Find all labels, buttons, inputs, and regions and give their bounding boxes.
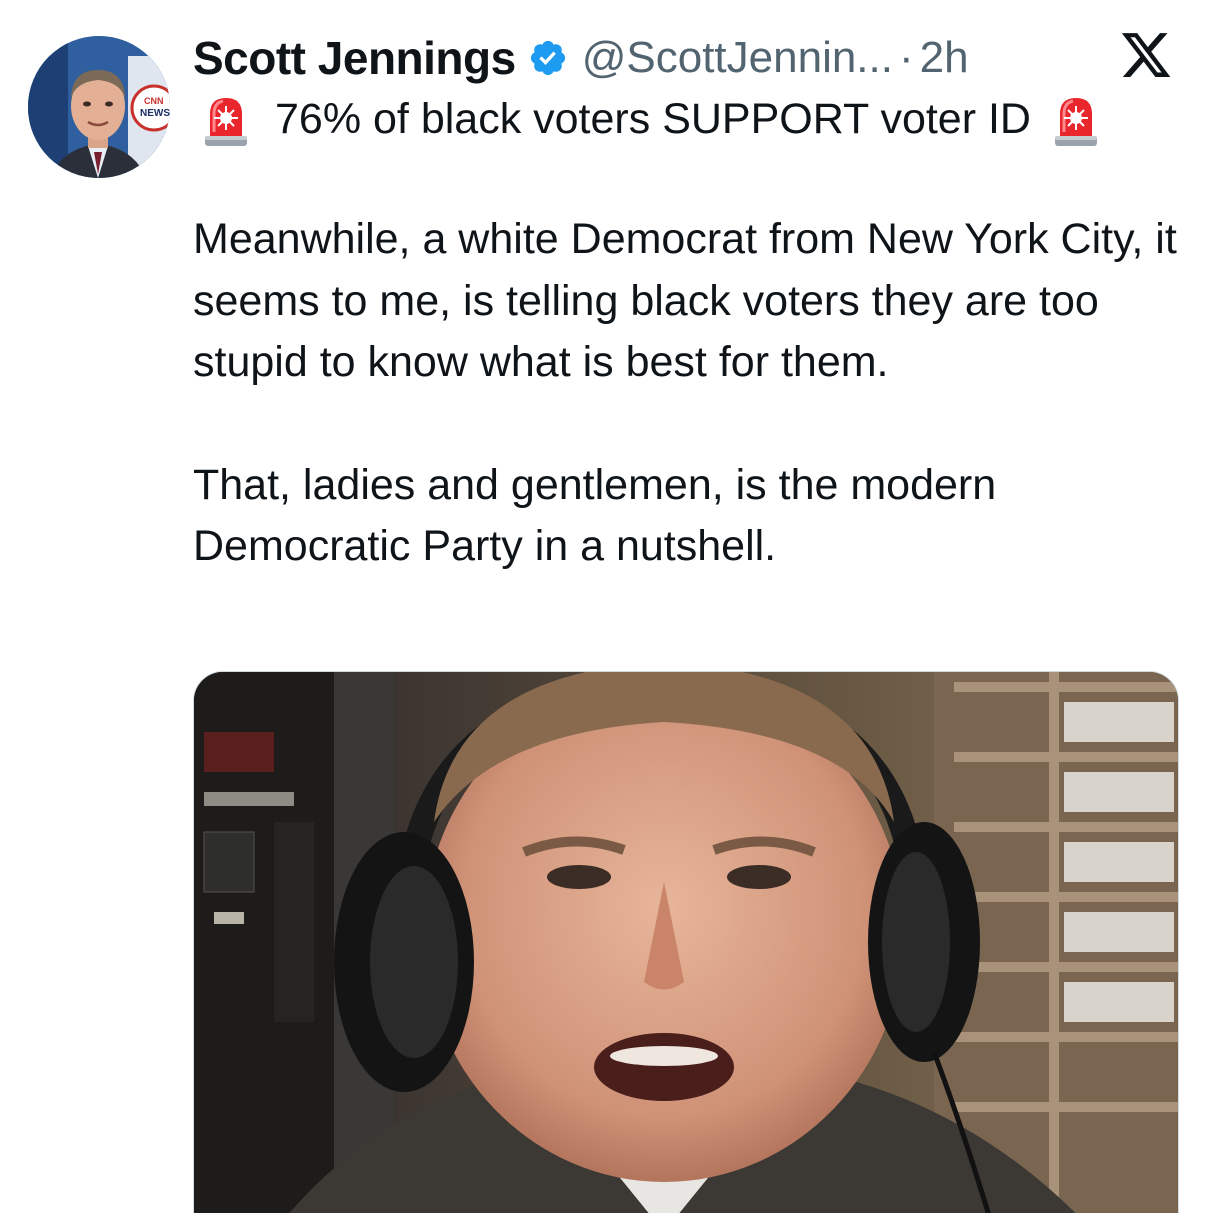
tweet-paragraph-1: Meanwhile, a white Democrat from New Yor… (193, 215, 1177, 386)
tweet-first-line: 76% of black voters SUPPORT voter ID (193, 88, 1183, 152)
tweet-timestamp[interactable]: 2h (920, 33, 969, 83)
x-logo-icon[interactable] (1118, 28, 1174, 82)
tweet-first-line-text: 76% of black voters SUPPORT voter ID (275, 95, 1031, 144)
avatar-badge-text: NEWS (140, 108, 170, 119)
tweet-media-photo[interactable] (193, 671, 1179, 1213)
avatar-image: CNN NEWS (28, 36, 170, 178)
author-avatar[interactable]: CNN NEWS (28, 36, 170, 178)
tweet-card[interactable]: CNN NEWS Scott Jennings @ScottJennin... … (0, 0, 1206, 1213)
tweet-header: Scott Jennings @ScottJennin... · 2h (193, 28, 969, 88)
header-separator: · (898, 33, 914, 82)
tweet-paragraph-2: That, ladies and gentlemen, is the moder… (193, 460, 997, 571)
police-car-light-icon (201, 92, 251, 148)
author-handle[interactable]: @ScottJennin... (582, 33, 893, 83)
svg-text:CNN: CNN (144, 96, 164, 106)
police-car-light-icon (1051, 92, 1101, 148)
photo-image (194, 672, 1178, 1213)
verified-badge-icon (528, 38, 568, 78)
tweet-text: 76% of black voters SUPPORT voter ID Mea… (193, 88, 1183, 578)
author-display-name[interactable]: Scott Jennings (193, 31, 516, 85)
